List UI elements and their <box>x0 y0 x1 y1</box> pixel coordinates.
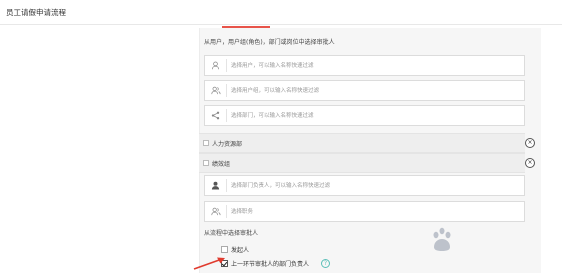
selected-group-row[interactable]: 绩效组 × <box>199 153 535 173</box>
selected-group-checkbox[interactable] <box>203 140 209 146</box>
field-separator <box>226 84 227 97</box>
user-group-icon <box>205 81 226 100</box>
department-head-search-input[interactable] <box>231 178 521 193</box>
field-separator <box>226 59 227 72</box>
selected-group-checkbox[interactable] <box>203 160 209 166</box>
selected-group-label: 人力资源部 <box>212 141 243 148</box>
prev-dept-head-label: 上一环节审批人的部门负责人 <box>231 260 310 268</box>
department-head-select-field[interactable] <box>204 175 525 196</box>
panel-tab-accent <box>222 26 270 28</box>
user-search-input[interactable] <box>231 58 521 73</box>
help-icon[interactable]: ? <box>321 258 331 268</box>
post-select-field[interactable] <box>204 201 525 222</box>
initiator-checkbox[interactable] <box>221 245 228 253</box>
user-outline-icon <box>205 56 226 75</box>
user-group-icon <box>205 202 226 221</box>
share-nodes-icon <box>205 106 226 125</box>
user-solid-icon <box>205 176 226 195</box>
department-select-field[interactable] <box>204 105 525 126</box>
flow-section-label: 从流程中选择审批人 <box>204 230 259 237</box>
remove-circle-icon[interactable]: × <box>525 138 535 148</box>
user-group-search-input[interactable] <box>231 83 521 98</box>
picker-section-label: 从用户，用户组(角色)，部门或岗位中选择审批人 <box>204 39 335 46</box>
initiator-label: 发起人 <box>231 246 250 254</box>
remove-circle-icon[interactable]: × <box>525 158 535 168</box>
page-title: 员工请假申请流程 <box>6 8 66 17</box>
watermark-logo <box>428 225 556 265</box>
selected-group-row[interactable]: 人力资源部 × <box>199 133 535 153</box>
field-separator <box>226 205 227 218</box>
field-separator <box>226 109 227 122</box>
field-separator <box>226 179 227 192</box>
selected-group-label: 绩效组 <box>212 161 231 168</box>
user-select-field[interactable] <box>204 55 525 76</box>
user-group-select-field[interactable] <box>204 80 525 101</box>
annotation-arrow <box>193 257 225 270</box>
option-initiator[interactable]: 发起人 <box>221 244 249 254</box>
title-divider <box>0 24 562 25</box>
post-search-input[interactable] <box>231 204 521 219</box>
department-search-input[interactable] <box>231 108 521 123</box>
option-prev-dept-head[interactable]: 上一环节审批人的部门负责人 ? <box>221 258 331 268</box>
